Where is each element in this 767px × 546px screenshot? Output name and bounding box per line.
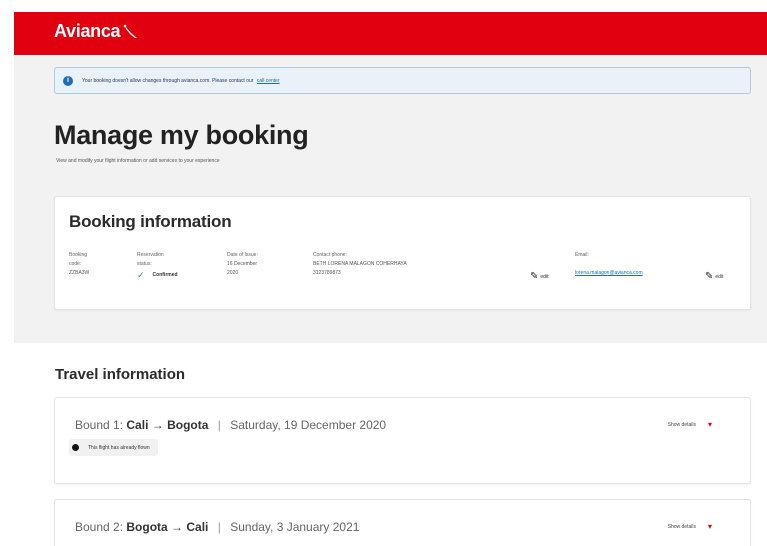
booking-code-column: Booking code: ZZBA3W [69, 252, 90, 276]
dot-icon [72, 444, 79, 451]
check-icon: ✓ [137, 270, 145, 280]
booking-code-value: ZZBA3W [69, 270, 90, 276]
call-center-link[interactable]: call center [257, 78, 280, 84]
edit-phone-button[interactable]: ✎ edit [530, 271, 548, 282]
bound-2-route: Bogota → Cali [126, 520, 209, 534]
page-title: Manage my booking [54, 120, 309, 150]
chevron-down-icon: ▾ [707, 420, 712, 429]
bound-2-card: Bound 2: Bogota → Cali | Sunday, 3 Janua… [54, 499, 751, 546]
bound-1-card: Bound 1: Cali → Bogota | Saturday, 19 De… [54, 397, 751, 484]
bound-1-show-details-button[interactable]: Show details ▾ [668, 420, 712, 429]
bound-1-summary: Bound 1: Cali → Bogota | Saturday, 19 De… [75, 418, 387, 432]
bound-2-date: Sunday, 3 January 2021 [230, 520, 360, 534]
pencil-icon: ✎ [530, 271, 539, 282]
booking-notice-banner: i Your booking doesn't allow changes thr… [54, 67, 751, 94]
email-value[interactable]: lorena.malagon@avianca.com [575, 269, 643, 278]
page-subtitle: View and modify your flight information … [56, 158, 220, 164]
travel-information-title: Travel information [55, 366, 186, 383]
reservation-status-column: Reservation status: ✓ Confirmed [137, 252, 178, 280]
chevron-down-icon: ▾ [707, 522, 712, 531]
brand-name: Avianca [54, 21, 121, 41]
bound-1-date: Saturday, 19 December 2020 [230, 418, 387, 432]
booking-information-title: Booking information [69, 212, 232, 231]
contact-phone-column: Contact phone: BETH LORENA MALAGON COHER… [313, 252, 407, 276]
booking-information-card: Booking information Booking code: ZZBA3W… [54, 196, 751, 310]
date-of-issue-column: Date of Issue: 16 December 2020 [227, 252, 258, 276]
bird-logo-icon [123, 24, 138, 38]
pencil-icon: ✎ [705, 271, 714, 282]
bound-2-summary: Bound 2: Bogota → Cali | Sunday, 3 Janua… [75, 520, 360, 534]
bound-2-show-details-button[interactable]: Show details ▾ [668, 522, 712, 531]
avianca-logo[interactable]: Avianca [54, 21, 140, 42]
email-column: Email: lorena.malagon@avianca.com [575, 252, 643, 278]
edit-email-button[interactable]: ✎ edit [705, 271, 723, 282]
top-header-bar: Avianca [14, 12, 767, 55]
notice-text: Your booking doesn't allow changes throu… [82, 77, 280, 84]
flown-status-badge: This flight has already flown [69, 439, 158, 456]
bound-1-route: Cali → Bogota [126, 418, 209, 432]
status-badge: ✓ Confirmed [137, 270, 178, 280]
info-icon: i [63, 75, 73, 86]
